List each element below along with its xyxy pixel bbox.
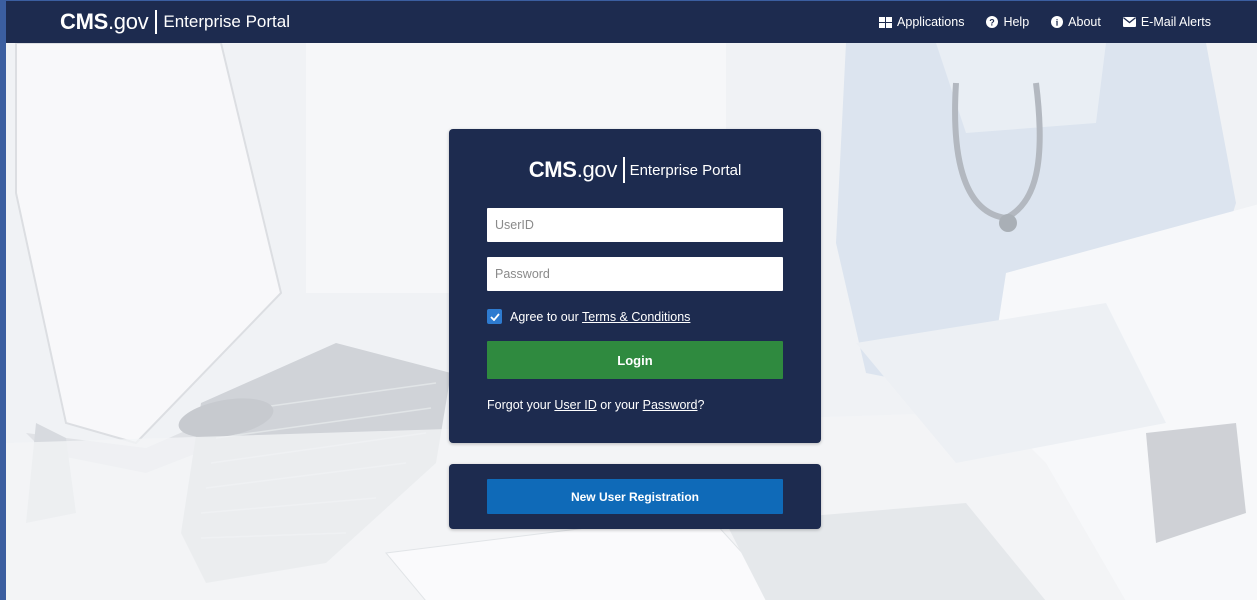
checkmark-icon bbox=[489, 312, 500, 321]
header-nav: Applications ? Help i About E-Mail Alert… bbox=[879, 1, 1211, 43]
nav-email-alerts-label: E-Mail Alerts bbox=[1140, 15, 1211, 29]
userid-input[interactable] bbox=[487, 208, 783, 242]
header-logo[interactable]: CMS .gov Enterprise Portal bbox=[60, 1, 290, 43]
forgot-credentials: Forgot your User ID or your Password? bbox=[487, 398, 704, 412]
login-button[interactable]: Login bbox=[487, 341, 783, 379]
nav-help-label: Help bbox=[1003, 15, 1030, 29]
panel-logo-portal-name: Enterprise Portal bbox=[629, 161, 742, 179]
registration-panel: New User Registration bbox=[449, 464, 821, 529]
nav-applications[interactable]: Applications bbox=[879, 15, 964, 29]
svg-text:?: ? bbox=[990, 18, 996, 28]
browser-frame: CMS .gov Enterprise Portal Applications … bbox=[0, 0, 1257, 600]
panel-logo-divider bbox=[623, 157, 625, 183]
nav-applications-label: Applications bbox=[897, 15, 965, 29]
nav-email-alerts[interactable]: E-Mail Alerts bbox=[1122, 15, 1211, 29]
new-user-registration-button[interactable]: New User Registration bbox=[487, 479, 783, 514]
logo-divider bbox=[155, 10, 158, 34]
terms-checkbox[interactable] bbox=[487, 309, 502, 324]
top-navbar: CMS .gov Enterprise Portal Applications … bbox=[6, 1, 1257, 43]
password-input[interactable] bbox=[487, 257, 783, 291]
logo-gov: .gov bbox=[108, 9, 149, 34]
login-panel-logo: CMS .gov Enterprise Portal bbox=[449, 157, 821, 183]
terms-agreement: Agree to our Terms & Conditions bbox=[487, 309, 690, 324]
info-circle-icon: i bbox=[1051, 16, 1064, 28]
login-panel: CMS .gov Enterprise Portal Agree to our … bbox=[449, 129, 821, 443]
forgot-password-link[interactable]: Password bbox=[643, 398, 698, 412]
terms-text: Agree to our Terms & Conditions bbox=[510, 310, 690, 324]
terms-prefix: Agree to our bbox=[510, 309, 583, 324]
grid-icon bbox=[879, 16, 893, 28]
question-circle-icon: ? bbox=[986, 16, 999, 28]
panel-logo-gov: .gov bbox=[576, 157, 618, 182]
logo-portal-name: Enterprise Portal bbox=[163, 12, 291, 31]
forgot-suffix: ? bbox=[697, 398, 705, 412]
forgot-userid-link[interactable]: User ID bbox=[554, 398, 596, 412]
envelope-icon bbox=[1122, 17, 1136, 27]
nav-about-label: About bbox=[1068, 15, 1101, 29]
forgot-middle: or your bbox=[596, 398, 643, 412]
nav-about[interactable]: i About bbox=[1051, 15, 1101, 29]
nav-help[interactable]: ? Help bbox=[986, 15, 1029, 29]
forgot-prefix: Forgot your bbox=[487, 398, 555, 412]
logo-cms: CMS bbox=[60, 9, 108, 34]
terms-conditions-link[interactable]: Terms & Conditions bbox=[582, 310, 690, 324]
panel-logo-cms: CMS bbox=[528, 157, 577, 182]
